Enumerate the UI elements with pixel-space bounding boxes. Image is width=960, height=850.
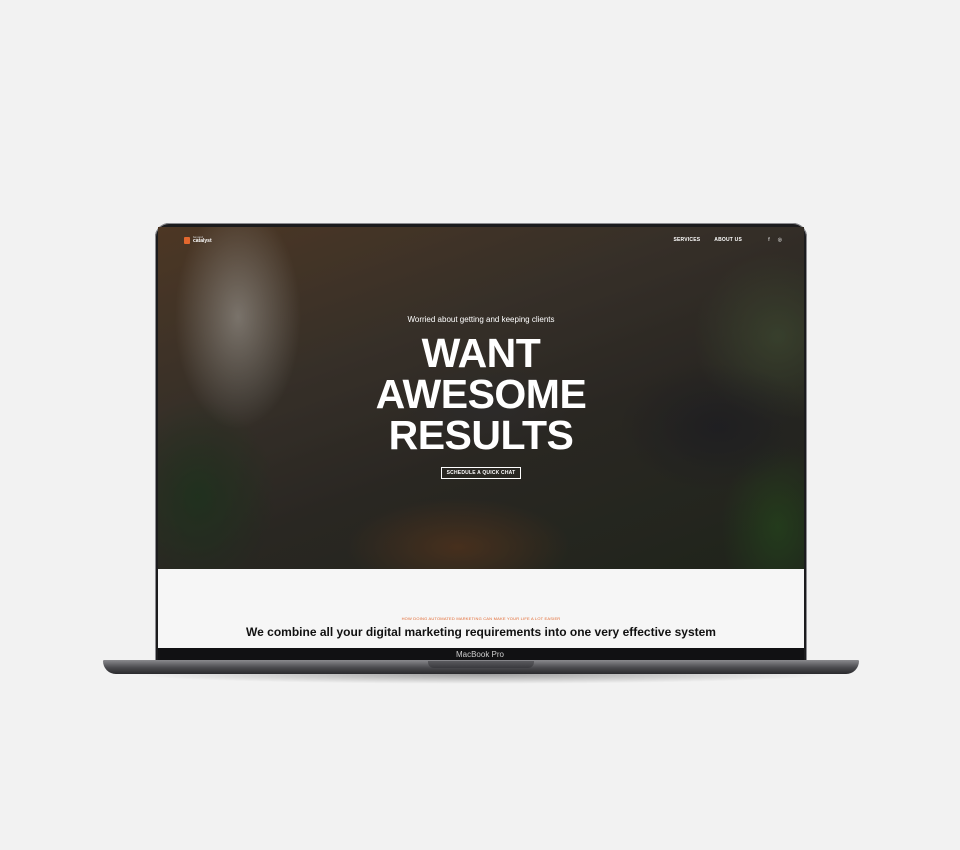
section-heading: We combine all your digital marketing re… — [246, 625, 716, 639]
schedule-chat-button[interactable]: SCHEDULE A QUICK CHAT — [441, 467, 521, 479]
device-model-label: MacBook Pro — [455, 650, 505, 659]
nav-link-about-us[interactable]: ABOUT US — [714, 237, 742, 243]
hero-title-line: AWESOME — [375, 371, 587, 417]
laptop-opening-notch — [428, 661, 534, 668]
hero-title: WANT AWESOME RESULTS — [158, 333, 804, 456]
site-logo[interactable]: beyond catalyst — [184, 236, 212, 244]
hero-title-line: WANT — [421, 330, 541, 376]
nav-link-services[interactable]: SERVICES — [673, 237, 700, 243]
hero-title-line: RESULTS — [388, 412, 574, 458]
social-links: f ◎ — [768, 237, 782, 243]
main-nav: SERVICES ABOUT US — [673, 237, 742, 243]
section-eyebrow: HOW DOING AUTOMATED MARKETING CAN MAKE Y… — [401, 616, 561, 621]
hero-subtitle: Worried about getting and keeping client… — [407, 315, 555, 324]
hero-section: beyond catalyst SERVICES ABOUT US f ◎ Wo… — [158, 227, 804, 569]
logo-mark-icon — [184, 236, 190, 244]
instagram-icon[interactable]: ◎ — [778, 237, 782, 243]
facebook-icon[interactable]: f — [768, 237, 769, 243]
logo-big-text: catalyst — [193, 238, 212, 244]
laptop-shadow — [128, 674, 834, 684]
website-screen: beyond catalyst SERVICES ABOUT US f ◎ Wo… — [158, 227, 804, 651]
macbook-mockup: beyond catalyst SERVICES ABOUT US f ◎ Wo… — [0, 0, 960, 850]
